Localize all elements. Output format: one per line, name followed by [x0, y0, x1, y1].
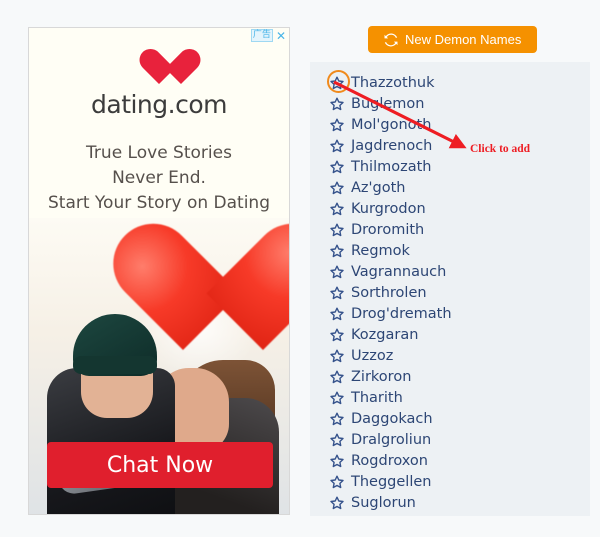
list-item-label: Drog'dremath	[351, 305, 452, 322]
list-item-label: Droromith	[351, 221, 425, 238]
star-outline-icon[interactable]	[330, 412, 344, 426]
page-root: 广告 ✕ dating.com True Love Stories Never …	[0, 0, 600, 537]
list-item-label: Kurgrodon	[351, 200, 426, 217]
star-outline-icon[interactable]	[330, 349, 344, 363]
list-item-label: Kozgaran	[351, 326, 419, 343]
list-item[interactable]: Theggellen	[310, 471, 590, 492]
star-outline-icon[interactable]	[330, 118, 344, 132]
list-item[interactable]: Thilmozath	[310, 156, 590, 177]
new-demon-names-label: New Demon Names	[405, 32, 522, 47]
list-item[interactable]: Regmok	[310, 240, 590, 261]
star-outline-icon[interactable]	[330, 244, 344, 258]
list-item-label: Daggokach	[351, 410, 433, 427]
list-item-label: Thilmozath	[351, 158, 432, 175]
star-outline-icon[interactable]	[330, 202, 344, 216]
advertisement-banner[interactable]: 广告 ✕ dating.com True Love Stories Never …	[28, 27, 290, 515]
star-outline-icon[interactable]	[330, 97, 344, 111]
list-item[interactable]: Az'goth	[310, 177, 590, 198]
list-item-label: Uzzoz	[351, 347, 394, 364]
list-item[interactable]: Daggokach	[310, 408, 590, 429]
list-item[interactable]: Vagrannauch	[310, 261, 590, 282]
star-outline-icon[interactable]	[330, 328, 344, 342]
star-outline-icon[interactable]	[330, 76, 344, 90]
star-outline-icon[interactable]	[330, 391, 344, 405]
new-demon-names-button[interactable]: New Demon Names	[368, 26, 538, 53]
list-item-label: Theggellen	[351, 473, 432, 490]
refresh-icon	[384, 32, 398, 46]
list-item-label: Sorthrolen	[351, 284, 427, 301]
star-outline-icon[interactable]	[330, 454, 344, 468]
star-outline-icon[interactable]	[330, 433, 344, 447]
list-item[interactable]: Drog'dremath	[310, 303, 590, 324]
photo-man-beanie-brim	[73, 356, 157, 374]
list-item[interactable]: Suglorun	[310, 492, 590, 513]
list-item-label: Mol'gonoth	[351, 116, 432, 133]
star-outline-icon[interactable]	[330, 475, 344, 489]
close-icon[interactable]: ✕	[274, 30, 288, 42]
star-outline-icon[interactable]	[330, 160, 344, 174]
star-outline-icon[interactable]	[330, 223, 344, 237]
list-item[interactable]: Kurgrodon	[310, 198, 590, 219]
list-item-label: Az'goth	[351, 179, 406, 196]
list-item[interactable]: Thazzothuk	[310, 72, 590, 93]
list-item-label: Tharith	[351, 389, 403, 406]
demon-names-list: Thazzothuk Buglemon Mol'gonoth Jagdrenoch Th…	[310, 62, 590, 513]
list-item[interactable]: Mol'gonoth	[310, 114, 590, 135]
list-item-label: Jagdrenoch	[351, 137, 433, 154]
list-item[interactable]: Sorthrolen	[310, 282, 590, 303]
star-outline-icon[interactable]	[330, 286, 344, 300]
click-to-add-annotation: Click to add	[470, 143, 531, 155]
ad-label-bar: 广告 ✕	[250, 29, 288, 42]
list-item-label: Dralgroliun	[351, 431, 432, 448]
list-item[interactable]: Jagdrenoch	[310, 135, 590, 156]
list-item-label: Buglemon	[351, 95, 425, 112]
list-item[interactable]: Zirkoron	[310, 366, 590, 387]
ad-logo: dating.com	[29, 50, 289, 119]
list-item[interactable]: Uzzoz	[310, 345, 590, 366]
list-item[interactable]: Rogdroxon	[310, 450, 590, 471]
list-item[interactable]: Tharith	[310, 387, 590, 408]
ad-headline: True Love Stories Never End. Start Your …	[48, 143, 270, 213]
ad-disclosure-label: 广告	[250, 29, 273, 42]
list-item-label: Suglorun	[351, 494, 416, 511]
star-outline-icon[interactable]	[330, 139, 344, 153]
star-outline-icon[interactable]	[330, 496, 344, 510]
heart-icon	[138, 50, 180, 88]
list-item[interactable]: Droromith	[310, 219, 590, 240]
list-item[interactable]: Dralgroliun	[310, 429, 590, 450]
star-outline-icon[interactable]	[330, 370, 344, 384]
ad-brand-name: dating.com	[91, 90, 228, 119]
list-item-label: Regmok	[351, 242, 410, 259]
star-outline-icon[interactable]	[330, 181, 344, 195]
list-item-label: Rogdroxon	[351, 452, 428, 469]
list-item-label: Thazzothuk	[351, 74, 435, 91]
list-item[interactable]: Kozgaran	[310, 324, 590, 345]
star-outline-icon[interactable]	[330, 307, 344, 321]
list-item[interactable]: Buglemon	[310, 93, 590, 114]
demon-names-panel: Thazzothuk Buglemon Mol'gonoth Jagdrenoch Th…	[310, 62, 590, 516]
list-item-label: Zirkoron	[351, 368, 412, 385]
list-item-label: Vagrannauch	[351, 263, 447, 280]
star-outline-icon[interactable]	[330, 265, 344, 279]
chat-now-button[interactable]: Chat Now	[47, 442, 273, 488]
